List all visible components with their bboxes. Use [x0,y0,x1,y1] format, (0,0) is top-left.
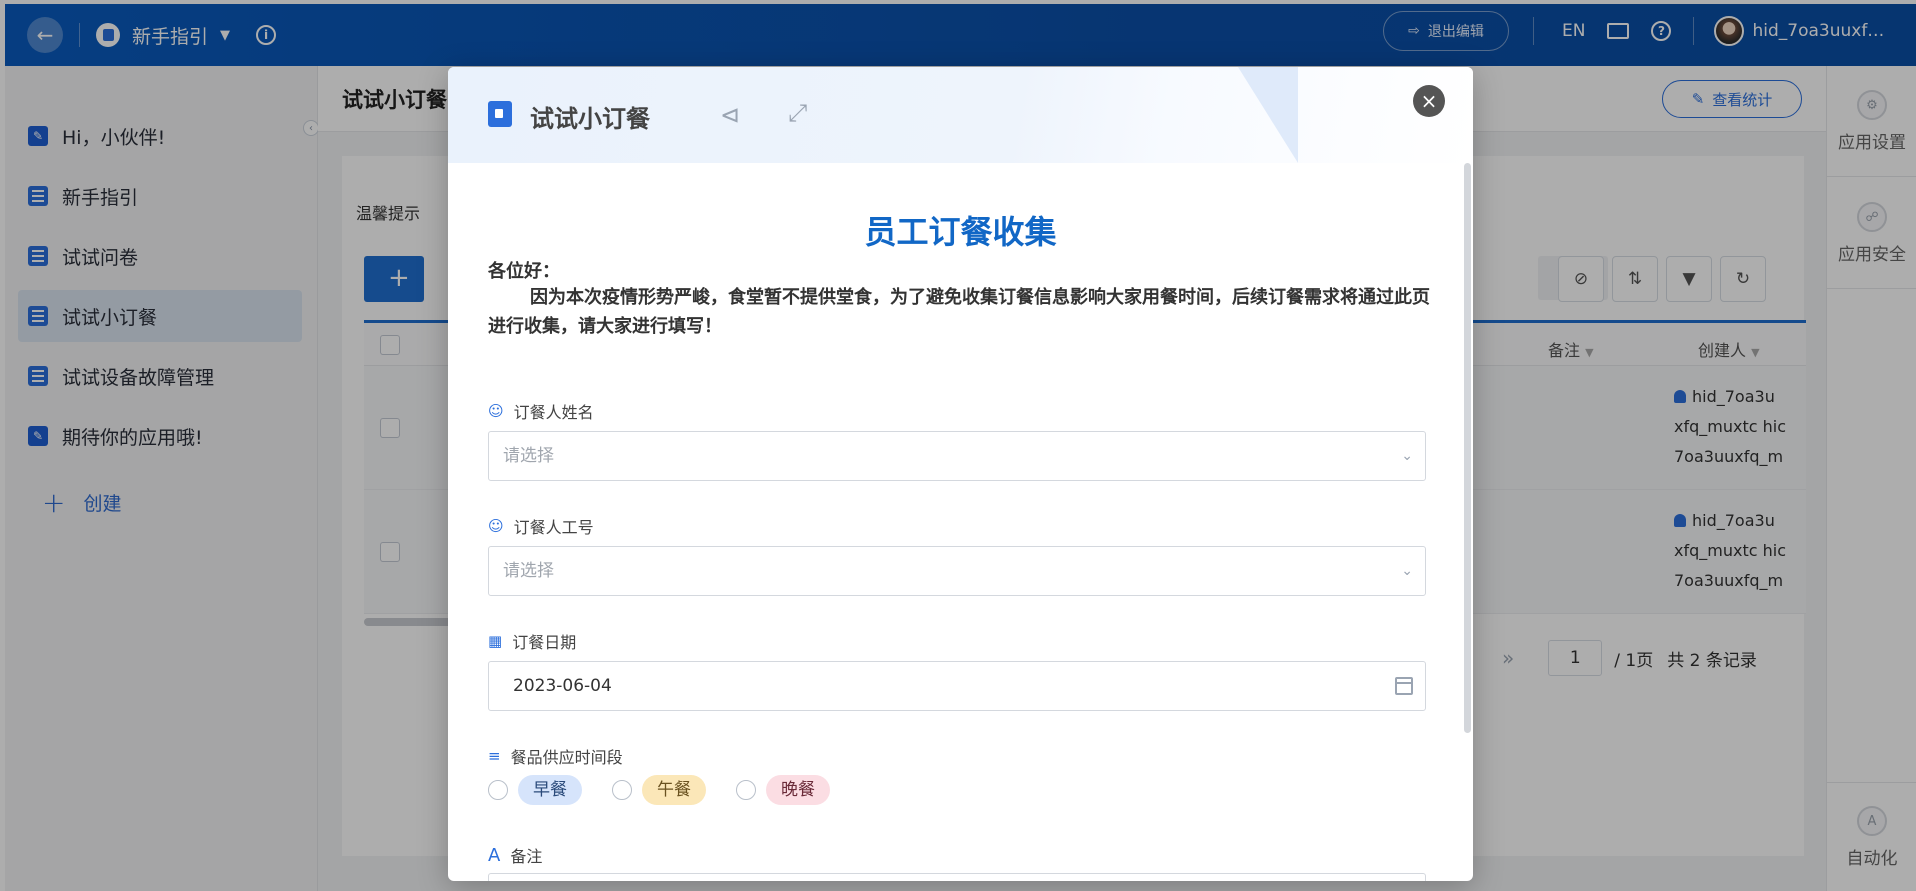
option-lunch[interactable]: 午餐 [642,775,706,805]
share-icon[interactable]: ⊲ [720,101,740,129]
form-doc-icon [488,101,512,127]
period-field-label: ≡ 餐品供应时间段 [488,744,623,768]
form-title: 员工订餐收集 [864,213,1057,251]
orderer-name-select[interactable]: 请选择 ⌄ [488,431,1426,481]
date-value: 2023-06-04 [513,676,612,696]
header-decoration [1238,67,1298,163]
order-date-field[interactable]: 2023-06-04 [488,661,1426,711]
calendar-icon: ▦ [488,632,503,650]
label-text: 订餐人工号 [513,518,594,537]
form-modal: 试试小订餐 ⊲ ⤢ × 员工订餐收集 各位好： 因为本次疫情形势严峻，食堂暂不提… [448,67,1473,881]
close-button[interactable]: × [1413,85,1445,117]
modal-title: 试试小订餐 [530,105,650,133]
remark-field-label: A 备注 [488,843,542,867]
text-icon: A [488,844,501,866]
placeholder-text: 请选择 [503,446,554,466]
option-breakfast[interactable]: 早餐 [518,775,582,805]
chevron-down-icon: ⌄ [1401,563,1413,579]
form-description: 因为本次疫情形势严峻，食堂暂不提供堂食，为了避免收集订餐信息影响大家用餐时间，后… [488,287,1430,337]
radio-dinner[interactable] [736,780,756,800]
user-icon: ☺ [488,402,504,420]
radio-breakfast[interactable] [488,780,508,800]
placeholder-text: 请选择 [503,561,554,581]
meal-period-radio-group: 早餐 午餐 晚餐 [488,775,860,805]
calendar-icon[interactable] [1395,677,1413,695]
form-greeting: 各位好： [488,261,560,282]
list-check-icon: ≡ [488,747,501,765]
label-text: 备注 [510,847,543,866]
label-text: 订餐人姓名 [513,403,594,422]
id-field-label: ☺ 订餐人工号 [488,514,594,538]
orderer-id-select[interactable]: 请选择 ⌄ [488,546,1426,596]
label-text: 餐品供应时间段 [510,748,623,767]
radio-lunch[interactable] [612,780,632,800]
name-field-label: ☺ 订餐人姓名 [488,399,594,423]
expand-icon[interactable]: ⤢ [788,99,807,127]
date-field-label: ▦ 订餐日期 [488,629,576,653]
remark-field[interactable] [488,873,1426,881]
chevron-down-icon: ⌄ [1401,448,1413,464]
label-text: 订餐日期 [512,633,577,652]
user-icon: ☺ [488,517,504,535]
close-icon: × [1420,89,1438,113]
option-dinner[interactable]: 晚餐 [766,775,830,805]
